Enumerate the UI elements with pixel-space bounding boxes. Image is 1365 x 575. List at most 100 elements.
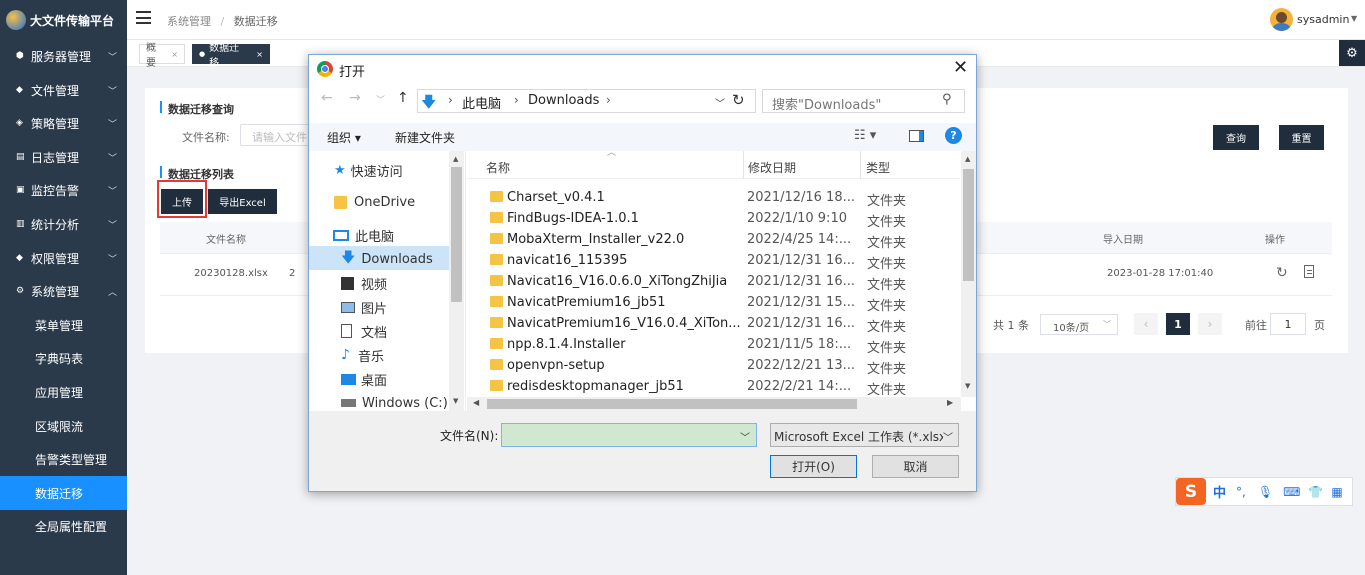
goto-page-input[interactable]: 1	[1270, 313, 1306, 335]
sidebar-item-stats[interactable]: ▥ 统计分析 ﹀	[0, 207, 127, 241]
close-icon[interactable]: ×	[256, 50, 263, 59]
chevron-down-icon[interactable]: ﹀	[376, 93, 385, 106]
toolbox-icon[interactable]: ▦	[1331, 485, 1342, 499]
sidebar-item-monitor[interactable]: ▣ 监控告警 ﹀	[0, 173, 127, 207]
sidebar-item-policy[interactable]: ◈ 策略管理 ﹀	[0, 106, 127, 140]
prev-page-button[interactable]: ‹	[1134, 313, 1158, 335]
chevron-down-icon: ﹀	[107, 52, 117, 63]
sidebar-item-permission[interactable]: ◆ 权限管理 ﹀	[0, 241, 127, 275]
cancel-button[interactable]: 取消	[872, 455, 959, 478]
search-box[interactable]: 搜索"Downloads" ⚲	[762, 89, 965, 113]
view-options-icon[interactable]: ☷ ▾	[854, 128, 876, 143]
forward-arrow-icon[interactable]: →	[349, 90, 361, 106]
goto-suffix: 页	[1314, 319, 1325, 332]
column-type[interactable]: 类型	[866, 159, 890, 176]
document-icon[interactable]	[1304, 265, 1314, 278]
username[interactable]: sysadmin	[1297, 13, 1349, 26]
caret-down-icon[interactable]: ▼	[1351, 14, 1357, 23]
folder-icon	[490, 191, 503, 202]
avatar[interactable]	[1270, 8, 1293, 31]
preview-pane-icon[interactable]	[909, 130, 924, 142]
nav-item-desktop[interactable]: 桌面	[341, 368, 387, 390]
microphone-icon[interactable]: 🎙	[1258, 485, 1273, 499]
file-row[interactable]: NavicatPremium16_jb51 2021/12/31 15... 文件夹	[486, 293, 964, 314]
upload-button[interactable]: 上传	[161, 189, 203, 214]
column-modified[interactable]: 修改日期	[748, 159, 796, 176]
nav-item-videos[interactable]: 视频	[341, 272, 387, 294]
tab-data-migration[interactable]: ● 数据迁移 ×	[192, 43, 270, 69]
sidebar-subitem-dict[interactable]: 字典码表	[0, 341, 127, 375]
file-row[interactable]: redisdesktopmanager_jb51 2022/2/21 14:...…	[486, 377, 964, 395]
retry-icon[interactable]: ↻	[1276, 265, 1288, 281]
folder-icon	[490, 317, 503, 328]
next-page-button[interactable]: ›	[1198, 313, 1222, 335]
close-icon[interactable]: ×	[171, 50, 178, 59]
gear-icon[interactable]: ⚙	[1339, 40, 1365, 66]
nav-item-downloads[interactable]: 🡇 Downloads	[341, 248, 433, 270]
nav-item-onedrive[interactable]: OneDrive	[334, 191, 415, 213]
file-row[interactable]: Navicat16_V16.0.6.0_XiTongZhiJia 2021/12/…	[486, 272, 964, 293]
file-row[interactable]: MobaXterm_Installer_v22.0 2022/4/25 14:..…	[486, 230, 964, 251]
navigation-pane: ★ 快速访问 OneDrive 此电脑 🡇 Downloads 视频 图片 文档 ♪…	[309, 151, 466, 411]
new-folder-button[interactable]: 新建文件夹	[395, 129, 455, 146]
help-icon[interactable]: ?	[945, 127, 962, 144]
sogou-logo-icon[interactable]: S	[1176, 478, 1206, 505]
punctuation-icon[interactable]: °,	[1236, 485, 1246, 499]
sidebar-item-server[interactable]: ⬢ 服务器管理 ﹀	[0, 39, 127, 73]
ime-mode[interactable]: 中	[1213, 482, 1226, 501]
sidebar-subitem-app[interactable]: 应用管理	[0, 375, 127, 409]
sidebar-subitem-alarm-type[interactable]: 告警类型管理	[0, 442, 127, 476]
hamburger-icon[interactable]	[136, 11, 151, 24]
address-bar[interactable]: 🡇 › 此电脑 › Downloads › ﹀ ↻	[417, 89, 756, 113]
nav-scrollbar[interactable]: ▲ ▼	[449, 151, 464, 411]
nav-item-pictures[interactable]: 图片	[341, 296, 387, 318]
breadcrumb-item[interactable]: 系统管理	[167, 15, 211, 28]
sidebar-subitem-menu[interactable]: 菜单管理	[0, 308, 127, 342]
sidebar-item-label: 文件管理	[31, 83, 80, 98]
sidebar-item-log[interactable]: ▤ 日志管理 ﹀	[0, 140, 127, 174]
filetype-select[interactable]: Microsoft Excel 工作表 (*.xlsx ﹀	[770, 423, 959, 447]
address-segment[interactable]: Downloads	[528, 93, 599, 108]
file-row[interactable]: FindBugs-IDEA-1.0.1 2022/1/10 9:10 文件夹	[486, 209, 964, 230]
sidebar-subitem-global-config[interactable]: 全局属性配置	[0, 509, 127, 543]
filename-input[interactable]: ﹀	[501, 423, 757, 447]
export-excel-button[interactable]: 导出Excel	[208, 189, 277, 214]
close-icon[interactable]: ✕	[953, 57, 968, 78]
organize-button[interactable]: 组织 ▾	[327, 129, 361, 146]
nav-item-music[interactable]: ♪ 音乐	[341, 344, 384, 366]
file-row[interactable]: openvpn-setup 2022/12/21 13... 文件夹	[486, 356, 964, 377]
file-row[interactable]: navicat16_115395 2021/12/31 16... 文件夹	[486, 251, 964, 272]
skin-icon[interactable]: 👕	[1308, 485, 1323, 499]
chevron-down-icon[interactable]: ﹀	[740, 429, 750, 444]
chevron-down-icon[interactable]: ﹀	[715, 95, 725, 110]
sidebar-subitem-region[interactable]: 区域限流	[0, 409, 127, 443]
folder-icon	[490, 380, 503, 391]
nav-item-quick-access[interactable]: ★ 快速访问	[334, 159, 403, 181]
address-segment[interactable]: 此电脑	[462, 93, 501, 112]
page-number[interactable]: 1	[1166, 313, 1190, 335]
file-list-hscrollbar[interactable]: ◀ ▶	[467, 397, 961, 411]
chevron-up-icon: ︿	[107, 287, 117, 298]
sidebar-item-file[interactable]: ◆ 文件管理 ﹀	[0, 73, 127, 107]
column-name[interactable]: 名称	[486, 159, 510, 176]
refresh-icon[interactable]: ↻	[732, 91, 745, 109]
sidebar-item-label: 服务器管理	[31, 49, 92, 64]
file-row[interactable]: NavicatPremium16_V16.0.4_XiTon... 2021/12…	[486, 314, 964, 335]
file-row[interactable]: Charset_v0.4.1 2021/12/16 18... 文件夹	[486, 188, 964, 209]
nav-item-this-pc[interactable]: 此电脑	[333, 224, 394, 246]
query-button[interactable]: 查询	[1213, 125, 1259, 150]
page-size-select[interactable]: 10条/页 ﹀	[1040, 314, 1118, 335]
up-arrow-icon[interactable]: ↑	[397, 90, 409, 106]
file-row[interactable]: npp.8.1.4.Installer 2021/11/5 18:... 文件夹	[486, 335, 964, 356]
app-title: 大文件传输平台	[30, 13, 115, 28]
tab-overview[interactable]: 概要 ×	[139, 43, 185, 69]
sidebar-item-system[interactable]: ⚙ 系统管理 ︿	[0, 274, 127, 308]
breadcrumb-item: 数据迁移	[233, 15, 278, 28]
reset-button[interactable]: 重置	[1279, 125, 1324, 150]
open-button[interactable]: 打开(O)	[770, 455, 857, 478]
sidebar-subitem-migration[interactable]: 数据迁移	[0, 476, 127, 510]
keyboard-icon[interactable]: ⌨	[1283, 485, 1300, 499]
nav-item-documents[interactable]: 文档	[341, 320, 387, 342]
back-arrow-icon[interactable]: ←	[321, 90, 333, 106]
filename-search-input[interactable]: 请输入文件	[240, 124, 310, 146]
